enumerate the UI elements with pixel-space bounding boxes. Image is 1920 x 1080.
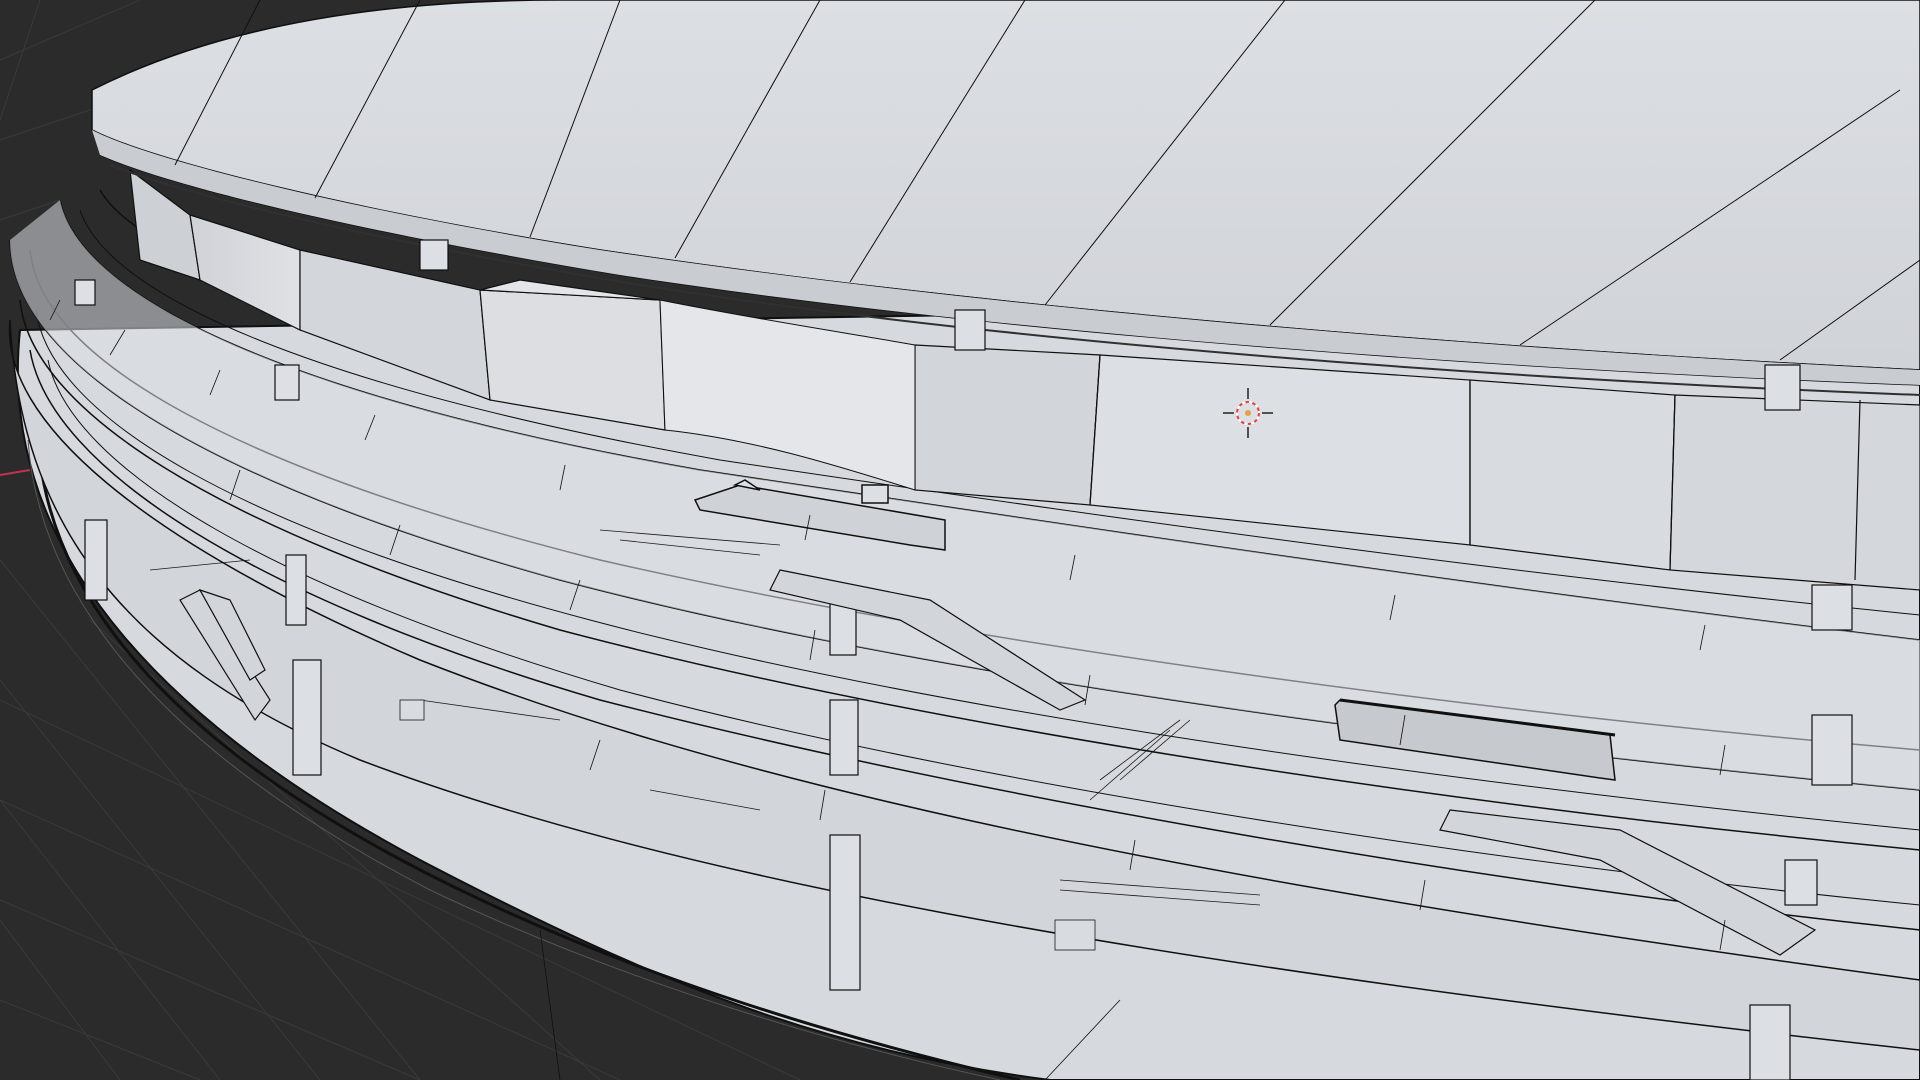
viewport-canvas[interactable]	[0, 0, 1920, 1080]
x-axis-line	[0, 469, 31, 476]
3d-viewport[interactable]	[0, 0, 1920, 1080]
